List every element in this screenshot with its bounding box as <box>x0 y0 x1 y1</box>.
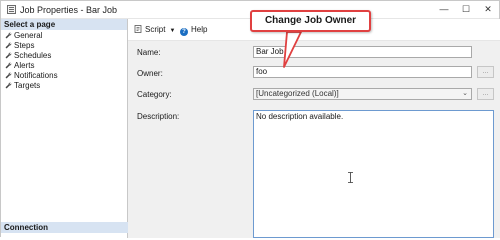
wrench-icon <box>5 82 12 89</box>
page-item-schedules[interactable]: Schedules <box>1 51 127 61</box>
page-item-label: Targets <box>14 81 41 90</box>
connection-header: Connection <box>1 222 128 233</box>
name-field[interactable]: Bar Job <box>253 46 472 58</box>
general-form: Name: Bar Job Owner: foo ... Category: [… <box>128 41 500 238</box>
close-button[interactable]: ✕ <box>477 3 499 16</box>
description-textarea[interactable]: No description available. <box>253 110 494 238</box>
help-button[interactable]: ? Help <box>180 25 207 36</box>
page-list: General Steps Schedules Alerts Notificat… <box>1 30 127 91</box>
page-item-notifications[interactable]: Notifications <box>1 71 127 81</box>
chevron-down-icon[interactable]: ⌄ <box>462 89 468 99</box>
owner-browse-button[interactable]: ... <box>477 66 494 78</box>
owner-field[interactable]: foo <box>253 66 472 78</box>
wrench-icon <box>5 52 12 59</box>
page-item-alerts[interactable]: Alerts <box>1 61 127 71</box>
page-item-label: Schedules <box>14 51 52 60</box>
text-cursor-icon <box>348 172 353 183</box>
select-page-pane: Select a page General Steps Schedules Al… <box>1 19 128 238</box>
script-button[interactable]: Script ▼ <box>134 25 175 36</box>
category-browse-button[interactable]: ... <box>477 88 494 100</box>
script-icon <box>134 25 142 33</box>
minimize-button[interactable]: — <box>433 3 455 16</box>
help-icon: ? <box>180 28 188 36</box>
chevron-down-icon[interactable]: ▼ <box>169 26 175 36</box>
wrench-icon <box>5 62 12 69</box>
owner-label: Owner: <box>137 69 163 78</box>
change-job-owner-callout: Change Job Owner <box>250 10 371 32</box>
wrench-icon <box>5 42 12 49</box>
job-properties-window: Job Properties - Bar Job — ☐ ✕ Select a … <box>0 0 500 238</box>
help-label: Help <box>191 25 208 34</box>
category-select[interactable]: [Uncategorized (Local)] ⌄ <box>253 88 472 100</box>
window-app-icon <box>7 5 16 14</box>
wrench-icon <box>5 72 12 79</box>
select-page-header: Select a page <box>1 19 127 30</box>
page-item-label: Notifications <box>14 71 58 80</box>
page-item-targets[interactable]: Targets <box>1 81 127 91</box>
page-item-steps[interactable]: Steps <box>1 41 127 51</box>
page-item-label: General <box>14 31 43 40</box>
wrench-icon <box>5 32 12 39</box>
category-label: Category: <box>137 90 172 99</box>
page-item-label: Alerts <box>14 61 35 70</box>
page-item-label: Steps <box>14 41 35 50</box>
name-label: Name: <box>137 48 161 57</box>
page-item-general[interactable]: General <box>1 31 127 41</box>
description-label: Description: <box>137 112 180 121</box>
category-value: [Uncategorized (Local)] <box>256 89 339 98</box>
script-label: Script <box>145 25 166 34</box>
maximize-button[interactable]: ☐ <box>455 3 477 16</box>
window-title: Job Properties - Bar Job <box>20 5 118 15</box>
